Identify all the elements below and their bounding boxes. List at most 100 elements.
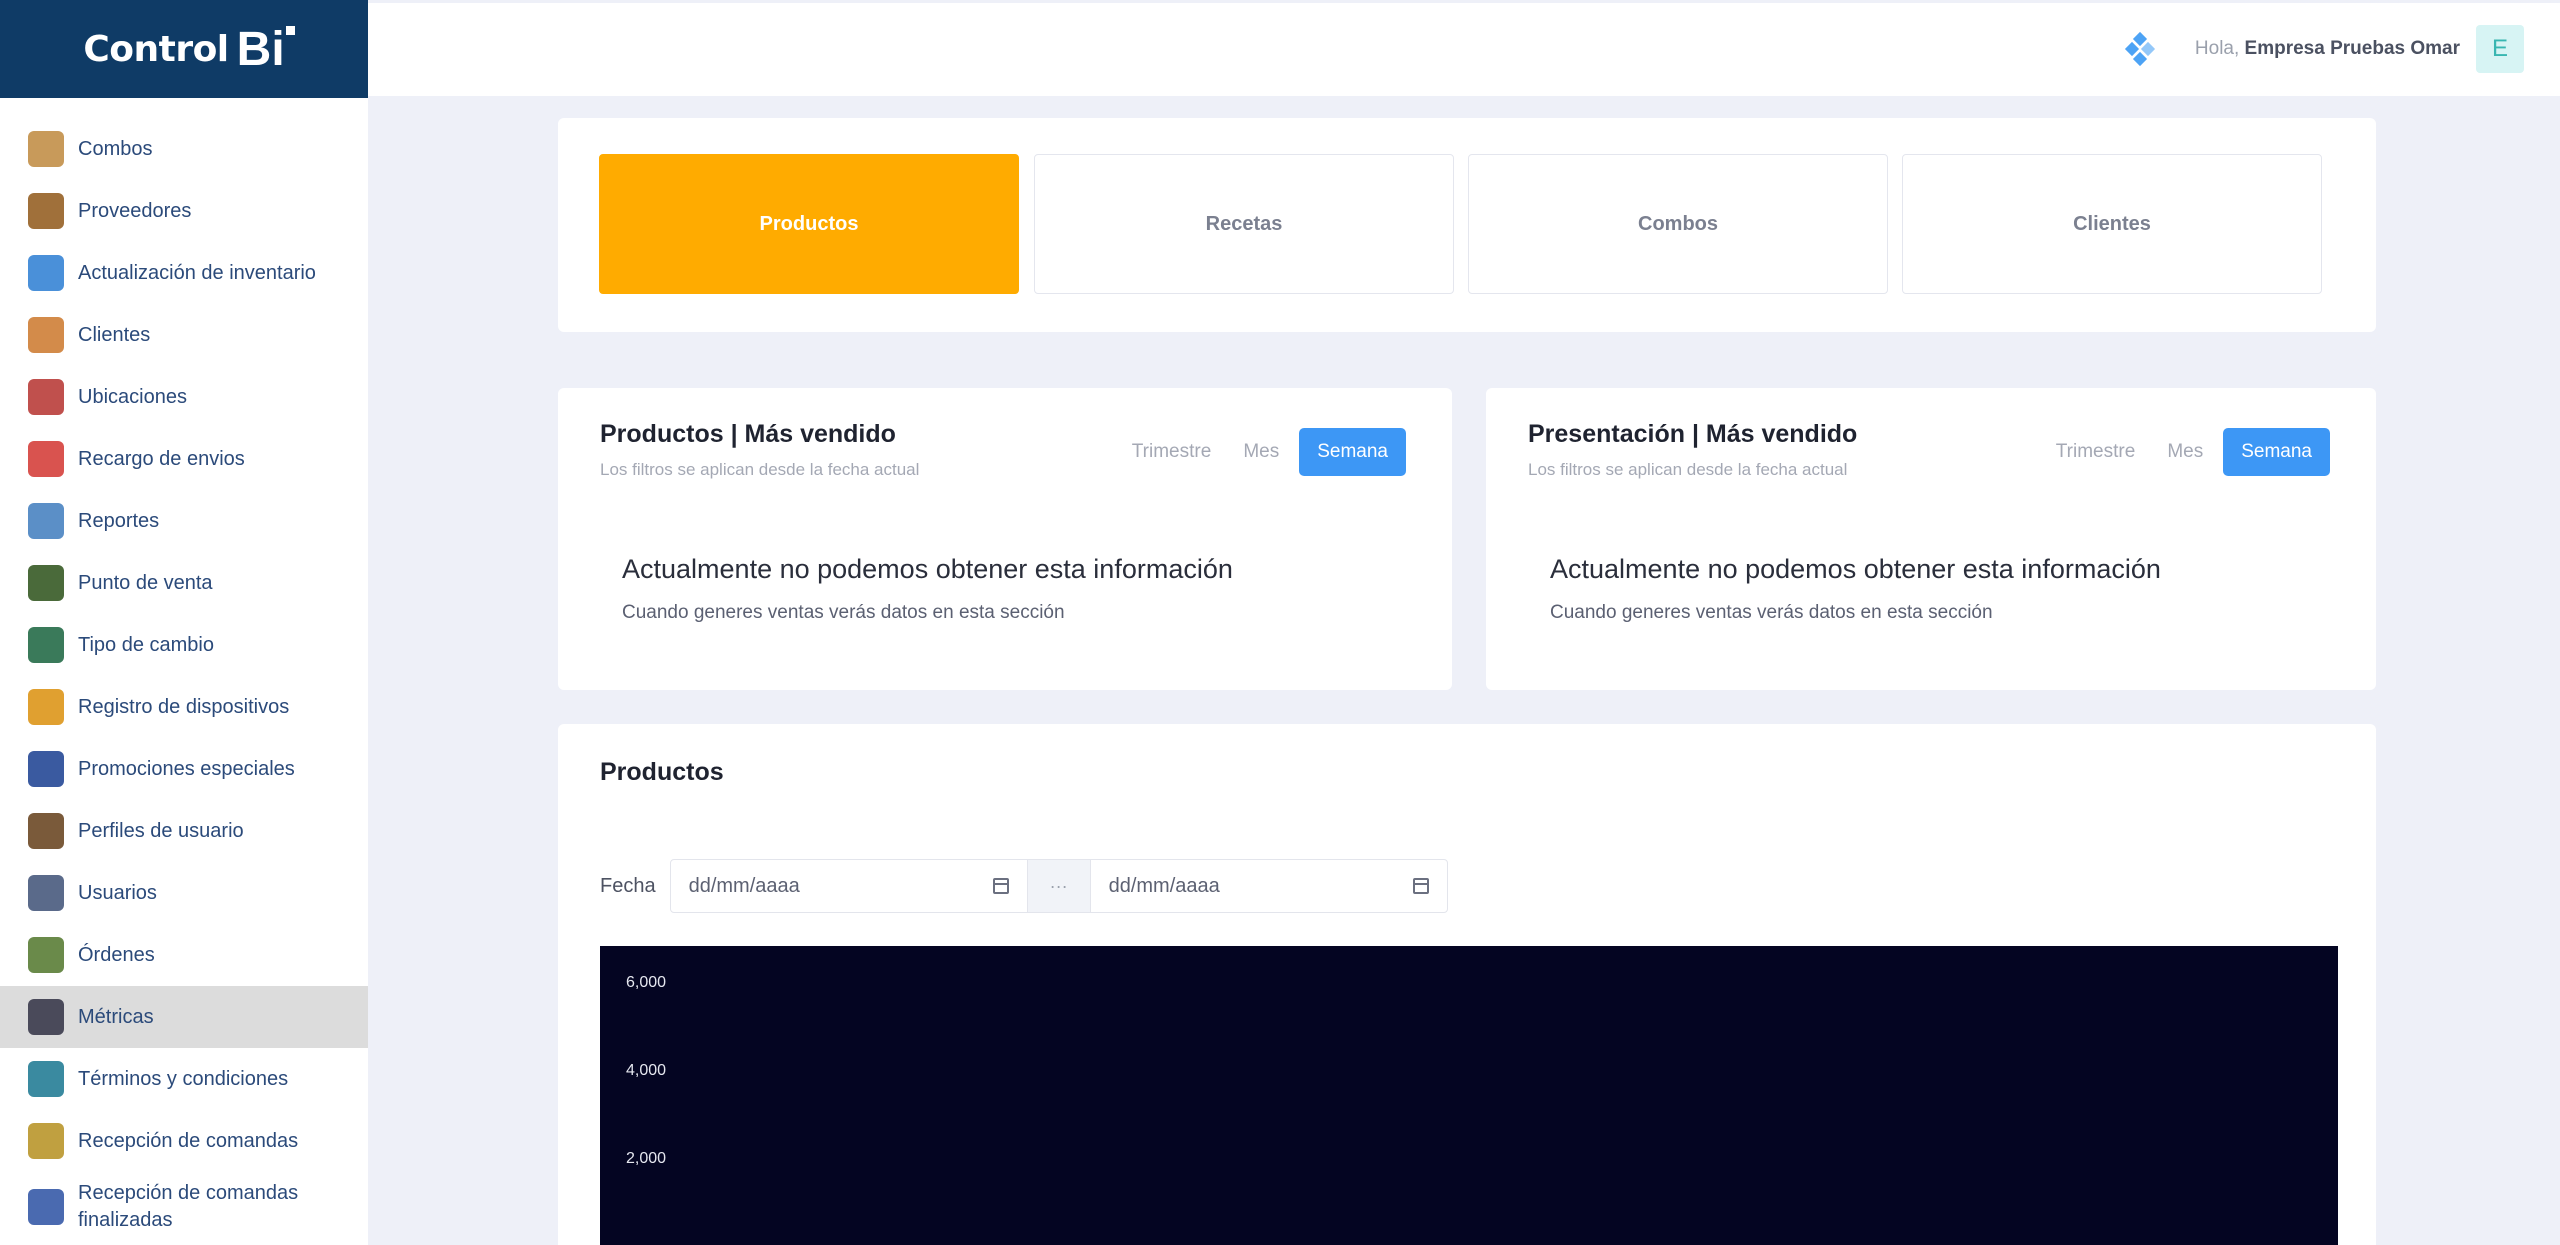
tab-combos[interactable]: Combos	[1468, 154, 1888, 294]
y-tick-label: 6,000	[626, 974, 667, 991]
logo[interactable]: Control Bi	[0, 0, 368, 98]
bag-icon	[28, 1189, 64, 1225]
user-greeting: Hola, Empresa Pruebas Omar	[2194, 38, 2460, 59]
sidebar-item-label: Órdenes	[78, 943, 155, 966]
sidebar-item-3[interactable]: Actualización de inventario	[0, 242, 368, 304]
sidebar-item-label: Combos	[78, 137, 153, 160]
sidebar-item-17[interactable]: Recepción de comandas	[0, 1110, 368, 1172]
users-icon	[28, 875, 64, 911]
sidebar-item-label: Clientes	[78, 323, 151, 346]
sidebar-item-label: Proveedores	[78, 199, 192, 222]
sidebar-item-2[interactable]: Proveedores	[0, 180, 368, 242]
period-filters: Trimestre Mes Semana	[2040, 428, 2330, 476]
date-separator: ···	[1027, 859, 1090, 913]
filter-trimestre[interactable]: Trimestre	[2040, 428, 2152, 476]
sidebar-item-label: Recargo de envios	[78, 447, 245, 470]
sidebar-item-13[interactable]: Usuarios	[0, 862, 368, 924]
panel-title: Presentación | Más vendido	[1528, 420, 1858, 448]
category-tabs-card: Productos Recetas Combos Clientes	[558, 118, 2376, 332]
user-name: Empresa Pruebas Omar	[2244, 38, 2460, 59]
filter-semana[interactable]: Semana	[2223, 428, 2330, 476]
tab-recetas[interactable]: Recetas	[1034, 154, 1454, 294]
pos-icon	[28, 565, 64, 601]
devices-icon	[28, 689, 64, 725]
products-chart: 6,000 4,000 2,000	[600, 946, 2338, 1245]
sidebar-item-label: Términos y condiciones	[78, 1067, 289, 1090]
terms-icon	[28, 1061, 64, 1097]
sidebar-item-label: Promociones especiales	[78, 757, 295, 780]
tab-productos[interactable]: Productos	[599, 154, 1019, 294]
logo-mark-text: Bi	[236, 22, 285, 76]
logo-mark: Bi	[236, 22, 295, 77]
sidebar-item-8[interactable]: Punto de venta	[0, 552, 368, 614]
profile-icon	[28, 813, 64, 849]
sidebar-item-label: Actualización de inventario	[78, 261, 316, 284]
sidebar-item-label: Recepción de comandas	[78, 1129, 299, 1152]
sidebar-nav: Combos Proveedores Actualización de invent…	[0, 98, 368, 1242]
sidebar-item-12[interactable]: Perfiles de usuario	[0, 800, 368, 862]
filter-mes[interactable]: Mes	[1227, 428, 1295, 476]
tab-clientes[interactable]: Clientes	[1902, 154, 2322, 294]
panel-subtitle: Los filtros se aplican desde la fecha ac…	[600, 460, 920, 479]
y-tick-label: 2,000	[626, 1150, 667, 1167]
calendar-icon[interactable]	[1412, 878, 1429, 894]
combo-icon	[28, 131, 64, 167]
sidebar-item-14[interactable]: Órdenes	[0, 924, 368, 986]
exchange-icon	[28, 627, 64, 663]
avatar[interactable]: E	[2476, 25, 2524, 73]
sidebar-item-label: Usuarios	[78, 881, 157, 904]
orders-icon	[28, 937, 64, 973]
sidebar-item-label: Métricas	[78, 1005, 154, 1028]
sidebar-item-9[interactable]: Tipo de cambio	[0, 614, 368, 676]
apps-diamond-icon[interactable]	[2124, 31, 2155, 67]
sidebar-item-5[interactable]: Ubicaciones	[0, 366, 368, 428]
date-range-filter: Fecha dd/mm/aaaa ··· dd/mm/aaaa	[600, 859, 1448, 913]
sidebar-item-label: Recepción de comandas finalizadas	[78, 1182, 299, 1231]
y-tick-label: 4,000	[626, 1062, 667, 1079]
delivery-icon	[28, 441, 64, 477]
sidebar-item-label: Registro de dispositivos	[78, 695, 290, 718]
topbar: Hola, Empresa Pruebas Omar E	[368, 0, 2560, 96]
top-products-panel: Productos | Más vendido Los filtros se a…	[558, 388, 1452, 690]
logo-text: Control	[83, 28, 229, 70]
sidebar-item-7[interactable]: Reportes	[0, 490, 368, 552]
reports-icon	[28, 503, 64, 539]
date-to-input[interactable]: dd/mm/aaaa	[1089, 859, 1448, 913]
sidebar-item-label: Tipo de cambio	[78, 633, 214, 656]
sidebar-item-11[interactable]: Promociones especiales	[0, 738, 368, 800]
sidebar-item-18[interactable]: Recepción de comandas finalizadas	[0, 1172, 368, 1242]
sidebar-item-label: Reportes	[78, 509, 160, 532]
promo-icon	[28, 751, 64, 787]
panel-subtitle: Los filtros se aplican desde la fecha ac…	[1528, 460, 1848, 479]
date-from-input[interactable]: dd/mm/aaaa	[669, 859, 1028, 913]
filter-mes[interactable]: Mes	[2151, 428, 2219, 476]
empty-state-text: Cuando generes ventas verás datos en est…	[1550, 602, 1993, 623]
sidebar-item-label: Punto de venta	[78, 571, 213, 594]
empty-state-text: Cuando generes ventas verás datos en est…	[622, 602, 1065, 623]
empty-state-title: Actualmente no podemos obtener esta info…	[622, 554, 1233, 584]
sidebar-item-16[interactable]: Términos y condiciones	[0, 1048, 368, 1110]
period-filters: Trimestre Mes Semana	[1116, 428, 1406, 476]
filter-semana[interactable]: Semana	[1299, 428, 1406, 476]
sidebar-item-label: Perfiles de usuario	[78, 819, 244, 842]
date-to-placeholder: dd/mm/aaaa	[1108, 874, 1220, 897]
supplier-icon	[28, 193, 64, 229]
filter-trimestre[interactable]: Trimestre	[1116, 428, 1228, 476]
metrics-icon	[28, 999, 64, 1035]
sidebar-item-6[interactable]: Recargo de envios	[0, 428, 368, 490]
date-from-placeholder: dd/mm/aaaa	[688, 874, 800, 897]
clients-icon	[28, 317, 64, 353]
section-title: Productos	[600, 758, 724, 786]
clipboard-icon	[28, 1123, 64, 1159]
location-icon	[28, 379, 64, 415]
sidebar: Control Bi Combos Proveedores Actualizació…	[0, 0, 368, 1245]
products-chart-card: Productos Fecha dd/mm/aaaa ··· dd/mm/aaa…	[558, 724, 2376, 1245]
panel-title: Productos | Más vendido	[600, 420, 896, 448]
calendar-icon[interactable]	[992, 878, 1009, 894]
sidebar-item-4[interactable]: Clientes	[0, 304, 368, 366]
sidebar-item-10[interactable]: Registro de dispositivos	[0, 676, 368, 738]
empty-state-title: Actualmente no podemos obtener esta info…	[1550, 554, 2161, 584]
sidebar-item-1[interactable]: Combos	[0, 118, 368, 180]
top-presentation-panel: Presentación | Más vendido Los filtros s…	[1486, 388, 2376, 690]
sidebar-item-15[interactable]: Métricas	[0, 986, 368, 1048]
